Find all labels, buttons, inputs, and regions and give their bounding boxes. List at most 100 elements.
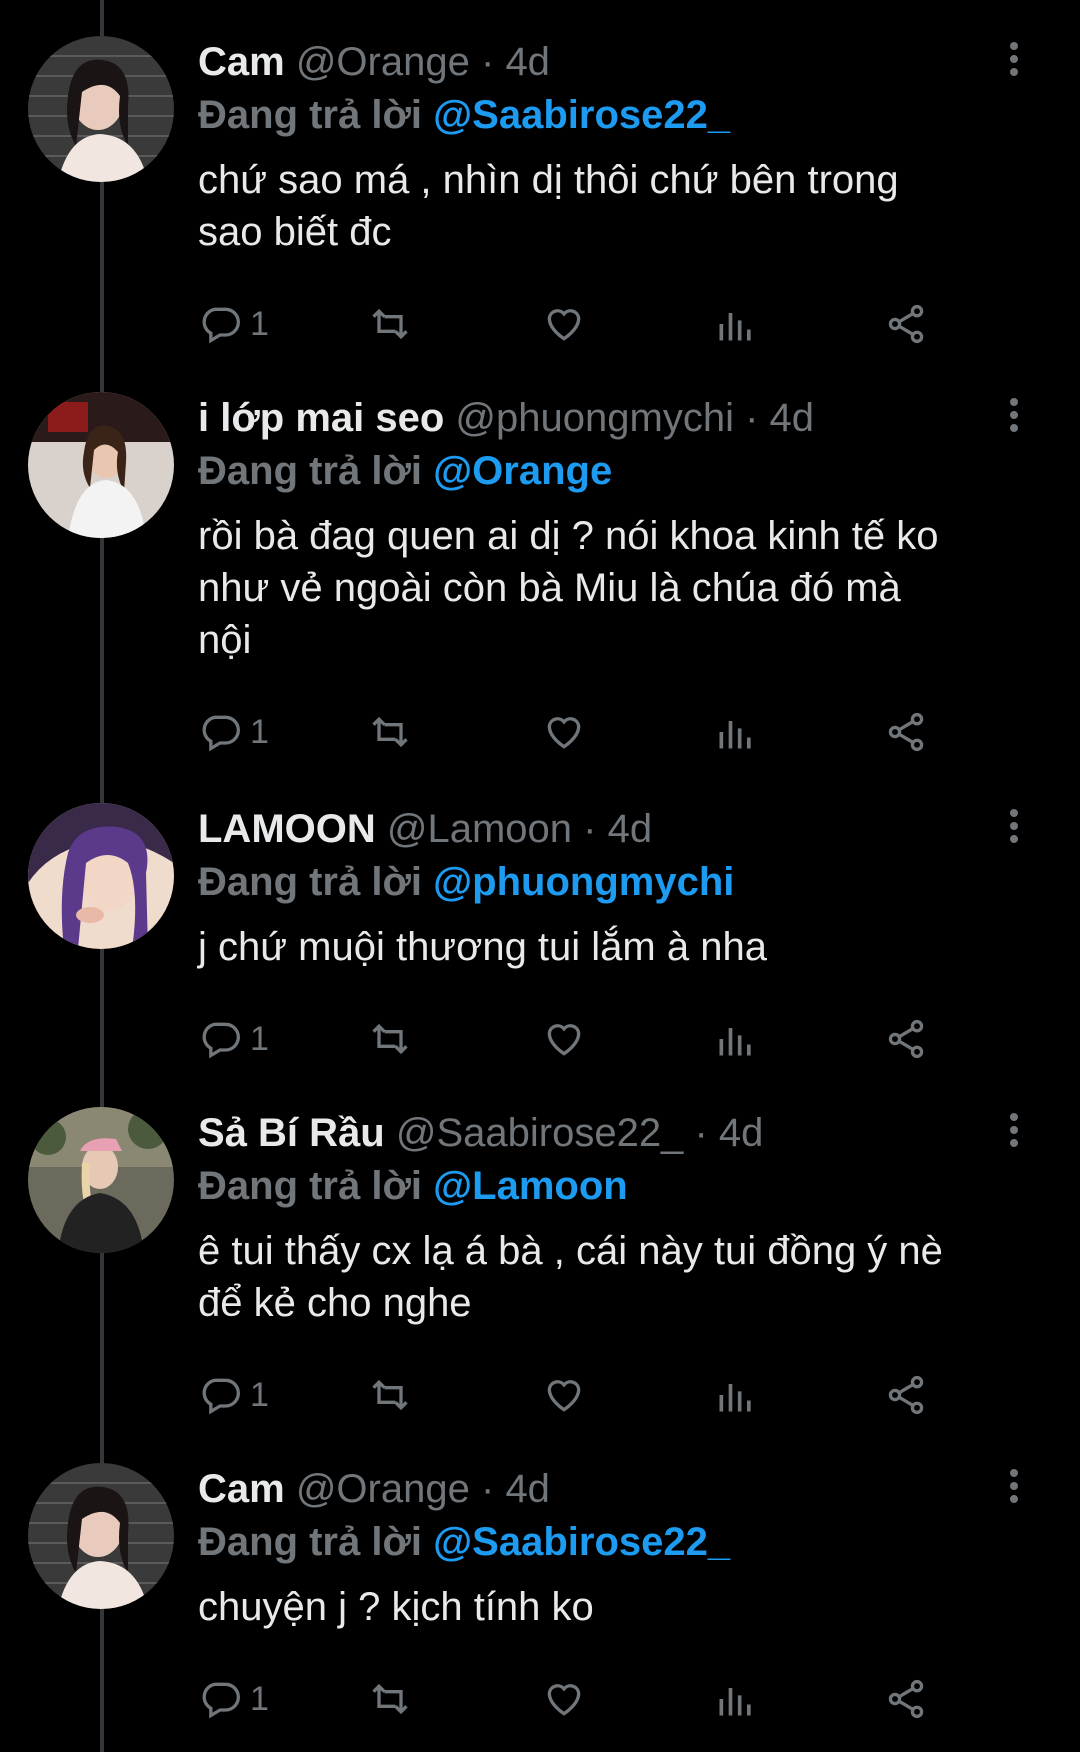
more-icon[interactable]: [1006, 398, 1022, 438]
like-button[interactable]: [542, 1369, 586, 1421]
reply-button[interactable]: 1: [198, 1369, 269, 1421]
retweet-icon: [372, 1023, 408, 1055]
share-button[interactable]: [884, 1673, 928, 1725]
separator-dot: ·: [694, 1111, 708, 1155]
retweet-button[interactable]: [368, 298, 412, 350]
more-icon[interactable]: [1006, 1113, 1022, 1153]
replying-prefix: Đang trả lời: [198, 93, 423, 137]
heart-icon: [547, 1380, 581, 1412]
reply-button[interactable]: 1: [198, 1673, 269, 1725]
replying-to: Đang trả lời @Saabirose22_: [198, 1515, 1000, 1569]
avatar[interactable]: [28, 1107, 174, 1253]
retweet-button[interactable]: [368, 1013, 412, 1065]
reply-icon: [202, 1682, 240, 1719]
replying-prefix: Đang trả lời: [198, 860, 423, 904]
replying-to: Đang trả lời @phuongmychi: [198, 855, 1000, 909]
user-handle[interactable]: @Orange: [296, 1467, 470, 1511]
views-icon: [719, 721, 751, 749]
views-button[interactable]: [714, 706, 758, 758]
tweet-text: ê tui thấy cx lạ á bà , cái này tui đồng…: [198, 1225, 1000, 1329]
more-icon[interactable]: [1006, 42, 1022, 82]
like-button[interactable]: [542, 1013, 586, 1065]
tweet-text: j chứ muội thương tui lắm à nha: [198, 921, 1000, 973]
tweet-actions: 1: [198, 1369, 1013, 1421]
share-button[interactable]: [884, 1369, 928, 1421]
views-button[interactable]: [714, 1013, 758, 1065]
share-icon: [888, 1679, 924, 1719]
heart-icon: [547, 1024, 581, 1056]
tweet-text-line: sao biết đc: [198, 210, 392, 254]
retweet-icon: [372, 1683, 408, 1715]
tweet-actions: 1: [198, 706, 1013, 758]
heart-icon: [547, 1684, 581, 1716]
separator-dot: ·: [480, 40, 495, 84]
timestamp[interactable]: 4d: [505, 1467, 550, 1511]
avatar[interactable]: [28, 36, 174, 182]
replying-prefix: Đang trả lời: [198, 449, 423, 493]
reply-count: 1: [250, 1679, 269, 1718]
retweet-button[interactable]: [368, 706, 412, 758]
reply-button[interactable]: 1: [198, 706, 269, 758]
tweet-text-line: như vẻ ngoài còn bà Miu là chúa đó mà: [198, 566, 901, 610]
user-handle[interactable]: @Saabirose22_: [396, 1111, 683, 1155]
display-name[interactable]: Sả Bí Rầu: [198, 1111, 385, 1155]
tweet-actions: 1: [198, 1673, 1013, 1725]
avatar[interactable]: [28, 392, 174, 538]
tweet-actions: 1: [198, 298, 1013, 350]
reply-button[interactable]: 1: [198, 1013, 269, 1065]
share-button[interactable]: [884, 706, 928, 758]
mention-link[interactable]: @Saabirose22_: [433, 1520, 730, 1564]
tweet-header: Sả Bí Rầu @Saabirose22_ · 4d: [198, 1107, 1000, 1159]
avatar[interactable]: [28, 803, 174, 949]
tweet-header: Cam @Orange · 4d: [198, 36, 1000, 88]
mention-link[interactable]: @Orange: [433, 449, 612, 493]
display-name[interactable]: i lớp mai seo: [198, 396, 444, 440]
timestamp[interactable]: 4d: [719, 1111, 764, 1155]
share-button[interactable]: [884, 298, 928, 350]
mention-link[interactable]: @phuongmychi: [433, 860, 734, 904]
retweet-button[interactable]: [368, 1369, 412, 1421]
tweet-text: chứ sao má , nhìn dị thôi chứ bên trong …: [198, 154, 1000, 258]
tweet-header: Cam @Orange · 4d: [198, 1463, 1000, 1515]
share-icon: [888, 304, 924, 344]
timestamp[interactable]: 4d: [505, 40, 550, 84]
tweet-text: chuyện j ? kịch tính ko: [198, 1581, 1000, 1633]
avatar[interactable]: [28, 1463, 174, 1609]
tweet-actions: 1: [198, 1013, 1013, 1065]
views-button[interactable]: [714, 1673, 758, 1725]
views-button[interactable]: [714, 1369, 758, 1421]
timestamp[interactable]: 4d: [608, 807, 653, 851]
reply-count: 1: [250, 1019, 269, 1058]
reply-icon: [202, 1022, 240, 1059]
share-icon: [888, 1019, 924, 1059]
mention-link[interactable]: @Lamoon: [433, 1164, 628, 1208]
tweet-text-line: ê tui thấy cx lạ á bà , cái này tui đồng…: [198, 1229, 943, 1273]
retweet-button[interactable]: [368, 1673, 412, 1725]
retweet-icon: [372, 308, 408, 340]
views-icon: [719, 313, 751, 341]
separator-dot: ·: [480, 1467, 495, 1511]
display-name[interactable]: LAMOON: [198, 807, 376, 851]
display-name[interactable]: Cam: [198, 1467, 285, 1511]
heart-icon: [547, 309, 581, 341]
user-handle[interactable]: @phuongmychi: [455, 396, 734, 440]
like-button[interactable]: [542, 1673, 586, 1725]
views-icon: [719, 1384, 751, 1412]
timestamp[interactable]: 4d: [770, 396, 815, 440]
retweet-icon: [372, 716, 408, 748]
mention-link[interactable]: @Saabirose22_: [433, 93, 730, 137]
like-button[interactable]: [542, 298, 586, 350]
tweet-header: LAMOON @Lamoon · 4d: [198, 803, 1000, 855]
user-handle[interactable]: @Lamoon: [387, 807, 572, 851]
display-name[interactable]: Cam: [198, 40, 285, 84]
reply-button[interactable]: 1: [198, 298, 269, 350]
views-button[interactable]: [714, 298, 758, 350]
more-icon[interactable]: [1006, 1469, 1022, 1509]
share-button[interactable]: [884, 1013, 928, 1065]
user-handle[interactable]: @Orange: [296, 40, 470, 84]
retweet-icon: [372, 1379, 408, 1411]
like-button[interactable]: [542, 706, 586, 758]
more-icon[interactable]: [1006, 809, 1022, 849]
tweet-text-line: j chứ muội thương tui lắm à nha: [198, 925, 767, 969]
reply-icon: [202, 1378, 240, 1415]
